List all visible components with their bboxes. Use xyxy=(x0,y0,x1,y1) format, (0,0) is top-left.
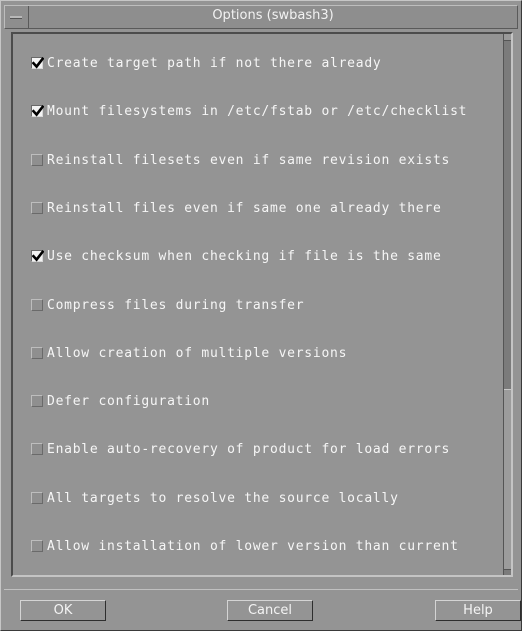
checkbox-unchecked[interactable] xyxy=(31,492,43,504)
option-label: Compress files during transfer xyxy=(47,297,305,313)
scrollbar-thumb[interactable] xyxy=(504,389,511,570)
window-menu-icon xyxy=(10,16,22,19)
option-row[interactable]: Allow installation of lower version than… xyxy=(31,537,459,555)
option-row[interactable]: Compress files during transfer xyxy=(31,296,304,314)
option-label: Enable auto-recovery of product for load… xyxy=(47,441,451,457)
checkmark-icon xyxy=(32,250,44,262)
cancel-button[interactable]: Cancel xyxy=(227,600,313,621)
option-row[interactable]: Allow creation of multiple versions xyxy=(31,344,347,362)
options-scroll-pane: Create target path if not there already M… xyxy=(11,32,513,577)
help-button[interactable]: Help xyxy=(435,600,521,621)
checkmark-icon xyxy=(32,57,44,69)
options-dialog: Options (swbash3) Create target path if … xyxy=(0,0,522,631)
window-menu-button[interactable] xyxy=(5,6,29,28)
option-row[interactable]: Defer configuration xyxy=(31,392,210,410)
checkbox-unchecked[interactable] xyxy=(31,154,43,166)
checkbox-unchecked[interactable] xyxy=(31,540,43,552)
option-row[interactable]: All targets to resolve the source locall… xyxy=(31,489,399,507)
title-bar[interactable]: Options (swbash3) xyxy=(4,5,518,29)
option-row[interactable]: Mount filesystems in /etc/fstab or /etc/… xyxy=(31,102,467,120)
option-row[interactable]: Reinstall files even if same one already… xyxy=(31,199,442,217)
vertical-scrollbar[interactable] xyxy=(503,34,511,575)
checkbox-unchecked[interactable] xyxy=(31,395,43,407)
option-label: Use checksum when checking if file is th… xyxy=(47,248,442,264)
option-label: Allow creation of multiple versions xyxy=(47,345,348,361)
checkmark-icon xyxy=(32,105,44,117)
options-list: Create target path if not there already M… xyxy=(13,34,503,575)
option-row[interactable]: Use checksum when checking if file is th… xyxy=(31,247,442,265)
window-title: Options (swbash3) xyxy=(212,8,334,23)
option-row[interactable]: Create target path if not there already xyxy=(31,54,382,72)
checkbox-unchecked[interactable] xyxy=(31,202,43,214)
checkbox-checked[interactable] xyxy=(31,250,44,262)
option-label: Reinstall files even if same one already… xyxy=(47,200,442,216)
option-label: All targets to resolve the source locall… xyxy=(47,490,399,506)
checkbox-checked[interactable] xyxy=(31,105,44,117)
button-bar: OK Cancel Help xyxy=(4,589,521,627)
option-row[interactable]: Enable auto-recovery of product for load… xyxy=(31,440,450,458)
checkbox-unchecked[interactable] xyxy=(31,299,43,311)
scroll-up-arrow[interactable] xyxy=(504,34,511,41)
option-label: Create target path if not there already xyxy=(47,55,382,71)
ok-button[interactable]: OK xyxy=(20,600,106,621)
checkbox-unchecked[interactable] xyxy=(31,443,43,455)
checkbox-unchecked[interactable] xyxy=(31,347,43,359)
option-label: Defer configuration xyxy=(47,393,210,409)
option-label: Mount filesystems in /etc/fstab or /etc/… xyxy=(47,103,468,119)
option-label: Reinstall filesets even if same revision… xyxy=(47,152,451,168)
option-label: Allow installation of lower version than… xyxy=(47,538,459,554)
option-row[interactable]: Reinstall filesets even if same revision… xyxy=(31,151,450,169)
checkbox-checked[interactable] xyxy=(31,57,44,69)
